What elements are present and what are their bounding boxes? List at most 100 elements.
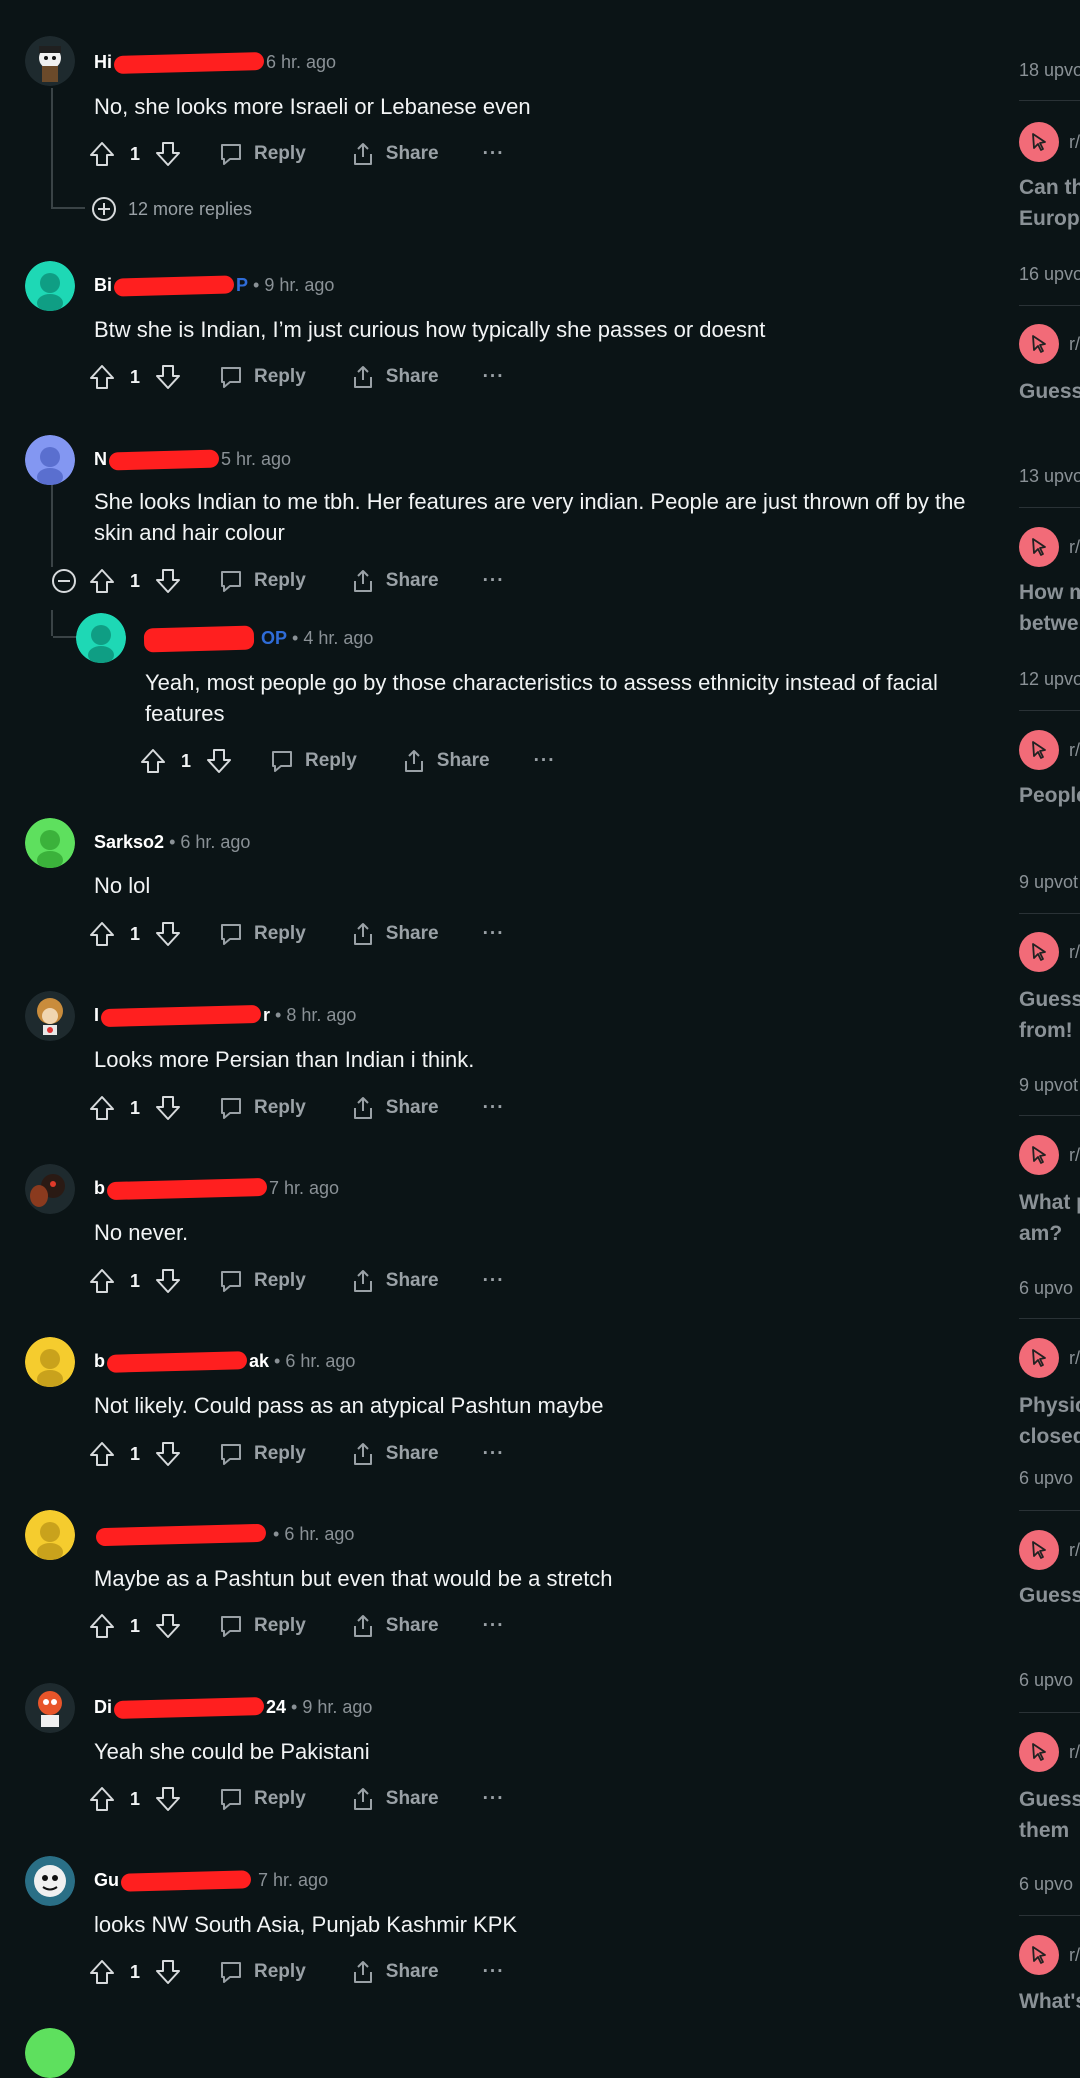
reply-button[interactable]: Reply xyxy=(218,1959,306,1985)
downvote-button[interactable] xyxy=(154,1785,182,1813)
share-button[interactable]: Share xyxy=(350,1095,439,1121)
avatar[interactable] xyxy=(25,1510,75,1560)
related-post-title[interactable]: What p am? xyxy=(1019,1187,1080,1249)
author-name[interactable]: b xyxy=(94,1178,105,1198)
subreddit-name[interactable]: r/ xyxy=(1069,334,1080,355)
upvote-button[interactable] xyxy=(88,1958,116,1986)
upvote-button[interactable] xyxy=(88,1612,116,1640)
upvote-button[interactable] xyxy=(88,1440,116,1468)
reply-button[interactable]: Reply xyxy=(218,141,306,167)
upvote-button[interactable] xyxy=(88,1267,116,1295)
share-button[interactable]: Share xyxy=(350,921,439,947)
related-post-title[interactable]: Guess them xyxy=(1019,1784,1080,1846)
avatar[interactable] xyxy=(76,613,126,663)
downvote-button[interactable] xyxy=(205,747,233,775)
downvote-button[interactable] xyxy=(154,1612,182,1640)
subreddit-name[interactable]: r/ xyxy=(1069,740,1080,761)
related-post-title[interactable]: Can th Europe xyxy=(1019,172,1080,234)
avatar[interactable] xyxy=(25,261,75,311)
more-replies-button[interactable]: 12 more replies xyxy=(91,196,252,222)
upvote-button[interactable] xyxy=(88,1094,116,1122)
subreddit-name[interactable]: r/ xyxy=(1069,942,1080,963)
author-name[interactable]: Gu xyxy=(94,1870,119,1890)
reply-button[interactable]: Reply xyxy=(218,1613,306,1639)
related-post-title[interactable]: Guess from! xyxy=(1019,984,1080,1046)
more-options-button[interactable]: ··· xyxy=(483,143,505,165)
subreddit-name[interactable]: r/ xyxy=(1069,1945,1080,1966)
author-name[interactable]: I xyxy=(94,1005,99,1025)
avatar[interactable] xyxy=(25,36,75,86)
share-button[interactable]: Share xyxy=(350,568,439,594)
related-post-title[interactable]: How m betwe xyxy=(1019,577,1080,639)
downvote-button[interactable] xyxy=(154,363,182,391)
upvote-button[interactable] xyxy=(88,920,116,948)
subreddit-icon[interactable] xyxy=(1019,1338,1059,1378)
avatar[interactable] xyxy=(25,435,75,485)
subreddit-name[interactable]: r/ xyxy=(1069,1742,1080,1763)
share-button[interactable]: Share xyxy=(350,1613,439,1639)
reply-button[interactable]: Reply xyxy=(218,921,306,947)
author-name[interactable]: b xyxy=(94,1351,105,1371)
downvote-button[interactable] xyxy=(154,1094,182,1122)
author-name[interactable]: Bi xyxy=(94,275,112,295)
avatar[interactable] xyxy=(25,1337,75,1387)
avatar[interactable] xyxy=(25,2028,75,2078)
more-options-button[interactable]: ··· xyxy=(483,1615,505,1637)
reply-button[interactable]: Reply xyxy=(218,1441,306,1467)
avatar[interactable] xyxy=(25,1683,75,1733)
subreddit-icon[interactable] xyxy=(1019,730,1059,770)
more-options-button[interactable]: ··· xyxy=(483,923,505,945)
share-button[interactable]: Share xyxy=(350,141,439,167)
subreddit-name[interactable]: r/ xyxy=(1069,1348,1080,1369)
upvote-button[interactable] xyxy=(88,1785,116,1813)
avatar[interactable] xyxy=(25,1856,75,1906)
subreddit-icon[interactable] xyxy=(1019,1135,1059,1175)
subreddit-icon[interactable] xyxy=(1019,932,1059,972)
related-post-title[interactable]: Physic closed xyxy=(1019,1390,1080,1452)
related-post-title[interactable]: Guess xyxy=(1019,376,1080,407)
reply-button[interactable]: Reply xyxy=(218,1268,306,1294)
avatar[interactable] xyxy=(25,991,75,1041)
downvote-button[interactable] xyxy=(154,920,182,948)
collapse-thread-button[interactable] xyxy=(51,568,77,599)
more-options-button[interactable]: ··· xyxy=(483,1443,505,1465)
downvote-button[interactable] xyxy=(154,140,182,168)
upvote-button[interactable] xyxy=(88,140,116,168)
subreddit-icon[interactable] xyxy=(1019,1935,1059,1975)
author-name[interactable]: Sarkso2 xyxy=(94,832,164,852)
more-options-button[interactable]: ··· xyxy=(483,1961,505,1983)
more-options-button[interactable]: ··· xyxy=(483,1270,505,1292)
related-post-title[interactable]: Guess xyxy=(1019,1580,1080,1611)
share-button[interactable]: Share xyxy=(350,364,439,390)
more-options-button[interactable]: ··· xyxy=(534,750,556,772)
more-options-button[interactable]: ··· xyxy=(483,1097,505,1119)
related-post-title[interactable]: People xyxy=(1019,780,1080,811)
subreddit-icon[interactable] xyxy=(1019,324,1059,364)
downvote-button[interactable] xyxy=(154,1267,182,1295)
subreddit-name[interactable]: r/ xyxy=(1069,1145,1080,1166)
reply-button[interactable]: Reply xyxy=(218,1095,306,1121)
share-button[interactable]: Share xyxy=(350,1268,439,1294)
author-name[interactable]: Di xyxy=(94,1697,112,1717)
related-post-title[interactable]: What's xyxy=(1019,1986,1080,2017)
share-button[interactable]: Share xyxy=(350,1441,439,1467)
share-button[interactable]: Share xyxy=(350,1786,439,1812)
more-options-button[interactable]: ··· xyxy=(483,1788,505,1810)
author-name[interactable]: Hi xyxy=(94,52,112,72)
share-button[interactable]: Share xyxy=(350,1959,439,1985)
downvote-button[interactable] xyxy=(154,567,182,595)
upvote-button[interactable] xyxy=(139,747,167,775)
subreddit-name[interactable]: r/ xyxy=(1069,537,1080,558)
reply-button[interactable]: Reply xyxy=(218,568,306,594)
share-button[interactable]: Share xyxy=(401,748,490,774)
upvote-button[interactable] xyxy=(88,363,116,391)
more-options-button[interactable]: ··· xyxy=(483,570,505,592)
author-name[interactable]: N xyxy=(94,449,107,469)
subreddit-icon[interactable] xyxy=(1019,527,1059,567)
avatar[interactable] xyxy=(25,1164,75,1214)
downvote-button[interactable] xyxy=(154,1958,182,1986)
subreddit-name[interactable]: r/ xyxy=(1069,132,1080,153)
subreddit-icon[interactable] xyxy=(1019,1530,1059,1570)
reply-button[interactable]: Reply xyxy=(218,1786,306,1812)
subreddit-icon[interactable] xyxy=(1019,1732,1059,1772)
